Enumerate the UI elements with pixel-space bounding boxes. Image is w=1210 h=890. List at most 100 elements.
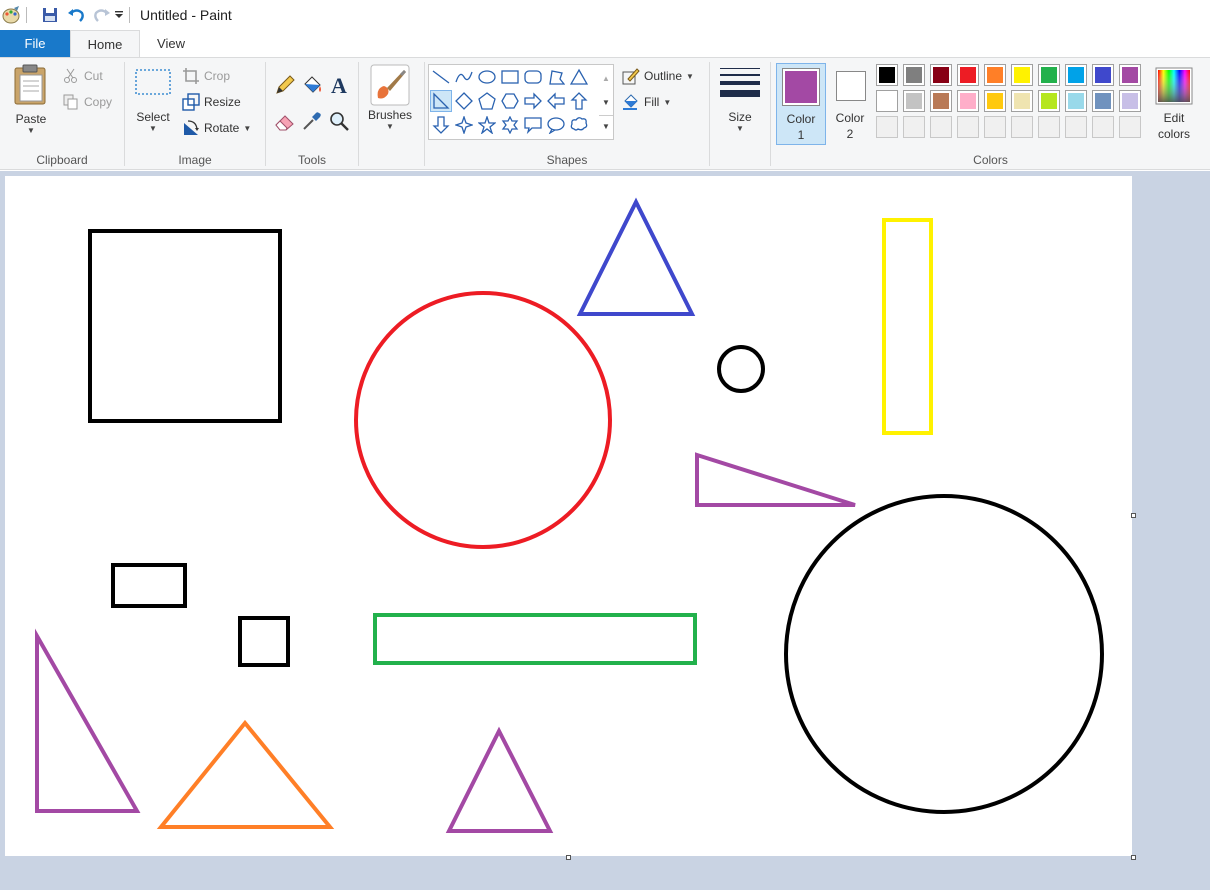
triangle-shape-icon[interactable] (568, 66, 590, 88)
palette-swatch[interactable] (1011, 90, 1033, 112)
palette-swatch[interactable] (1119, 116, 1141, 138)
right-triangle-shape-icon[interactable] (430, 90, 452, 112)
shapes-scroll-down-button[interactable]: ▼ (599, 91, 613, 113)
selection-rectangle-icon (135, 69, 171, 95)
eraser-tool-button[interactable] (273, 110, 297, 132)
brushes-group: Brushes ▼ (359, 58, 421, 170)
palette-swatch[interactable] (876, 90, 898, 112)
magnifier-button[interactable] (327, 110, 351, 132)
cloud-callout-shape-icon[interactable] (568, 114, 590, 136)
palette-swatch-color (1041, 67, 1057, 83)
paste-button[interactable]: Paste ▼ (8, 64, 54, 135)
palette-swatch[interactable] (1038, 64, 1060, 86)
pencil-tool-button[interactable] (273, 74, 297, 96)
outline-button[interactable]: Outline ▼ (622, 65, 694, 87)
palette-swatch[interactable] (903, 90, 925, 112)
brushes-button[interactable]: Brushes ▼ (365, 64, 415, 131)
rectangle-shape-icon[interactable] (499, 66, 521, 88)
canvas-resize-handle-corner[interactable] (1131, 855, 1136, 860)
color1-button[interactable]: Color 1 (776, 63, 826, 145)
palette-swatch[interactable] (876, 64, 898, 86)
edit-colors-button[interactable]: Edit colors (1150, 64, 1198, 146)
shapes-scroll-up-button[interactable]: ▲ (599, 67, 613, 89)
black-square-shape (88, 229, 282, 423)
paint-app-icon[interactable] (0, 4, 22, 26)
palette-swatch[interactable] (984, 90, 1006, 112)
palette-swatch[interactable] (903, 116, 925, 138)
resize-button[interactable]: Resize (182, 91, 241, 113)
palette-swatch[interactable] (930, 64, 952, 86)
palette-swatch-color (1122, 67, 1138, 83)
oval-shape-icon[interactable] (476, 66, 498, 88)
separator (129, 7, 130, 23)
palette-swatch[interactable] (1038, 90, 1060, 112)
fill-button[interactable]: Fill ▼ (622, 91, 671, 113)
tab-home[interactable]: Home (70, 30, 140, 57)
tab-view[interactable]: View (140, 30, 202, 57)
palette-swatch[interactable] (1065, 116, 1087, 138)
palette-swatch[interactable] (1092, 90, 1114, 112)
shapes-group-label: Shapes (546, 153, 588, 167)
palette-swatch[interactable] (1011, 64, 1033, 86)
palette-swatch[interactable] (1065, 64, 1087, 86)
palette-swatch[interactable] (1119, 90, 1141, 112)
palette-swatch-color (1068, 67, 1084, 83)
palette-swatch-color (933, 93, 949, 109)
select-button[interactable]: Select ▼ (131, 66, 175, 133)
down-arrow-shape-icon[interactable] (430, 114, 452, 136)
palette-swatch[interactable] (1038, 116, 1060, 138)
palette-swatch-color (1014, 67, 1030, 83)
palette-swatch[interactable] (1011, 116, 1033, 138)
palette-swatch[interactable] (1065, 90, 1087, 112)
cut-button[interactable]: Cut (62, 65, 103, 87)
palette-swatch[interactable] (984, 64, 1006, 86)
rounded-rectangle-shape-icon[interactable] (522, 66, 544, 88)
size-button[interactable]: Size ▼ (716, 66, 764, 133)
fill-tool-button[interactable] (300, 74, 324, 96)
rotate-button[interactable]: Rotate ▼ (182, 117, 251, 139)
rectangular-callout-shape-icon[interactable] (522, 114, 544, 136)
undo-icon[interactable] (65, 4, 87, 26)
tab-file[interactable]: File (0, 30, 70, 57)
brushes-label: Brushes (367, 108, 413, 122)
palette-swatch[interactable] (957, 64, 979, 86)
six-point-star-shape-icon[interactable] (499, 114, 521, 136)
save-icon[interactable] (39, 4, 61, 26)
drawing-surface[interactable] (5, 176, 1132, 856)
palette-swatch[interactable] (1092, 116, 1114, 138)
palette-swatch[interactable] (1119, 64, 1141, 86)
drawing-canvas[interactable] (5, 176, 1132, 856)
customize-toolbar-icon[interactable] (113, 4, 125, 26)
size-group: Size ▼ (710, 58, 770, 170)
left-arrow-shape-icon[interactable] (545, 90, 567, 112)
shapes-expand-button[interactable]: ▼ (599, 115, 613, 137)
text-tool-button[interactable]: A (327, 74, 351, 96)
diamond-shape-icon[interactable] (453, 90, 475, 112)
polygon-shape-icon[interactable] (545, 66, 567, 88)
crop-button[interactable]: Crop (182, 65, 230, 87)
palette-swatch[interactable] (984, 116, 1006, 138)
canvas-resize-handle-right[interactable] (1131, 513, 1136, 518)
color-picker-button[interactable] (300, 110, 324, 132)
palette-swatch[interactable] (930, 116, 952, 138)
hexagon-shape-icon[interactable] (499, 90, 521, 112)
palette-swatch[interactable] (903, 64, 925, 86)
up-arrow-shape-icon[interactable] (568, 90, 590, 112)
right-arrow-shape-icon[interactable] (522, 90, 544, 112)
four-point-star-shape-icon[interactable] (453, 114, 475, 136)
palette-swatch[interactable] (957, 90, 979, 112)
redo-icon[interactable] (91, 4, 113, 26)
title-bar: Untitled - Paint (0, 0, 1210, 30)
palette-swatch[interactable] (930, 90, 952, 112)
palette-swatch[interactable] (957, 116, 979, 138)
five-point-star-shape-icon[interactable] (476, 114, 498, 136)
palette-swatch[interactable] (876, 116, 898, 138)
line-shape-icon[interactable] (430, 66, 452, 88)
canvas-resize-handle-bottom[interactable] (566, 855, 571, 860)
pentagon-shape-icon[interactable] (476, 90, 498, 112)
curve-shape-icon[interactable] (453, 66, 475, 88)
palette-swatch[interactable] (1092, 64, 1114, 86)
copy-button[interactable]: Copy (62, 91, 112, 113)
oval-callout-shape-icon[interactable] (545, 114, 567, 136)
color2-button[interactable]: Color 2 (830, 63, 870, 145)
